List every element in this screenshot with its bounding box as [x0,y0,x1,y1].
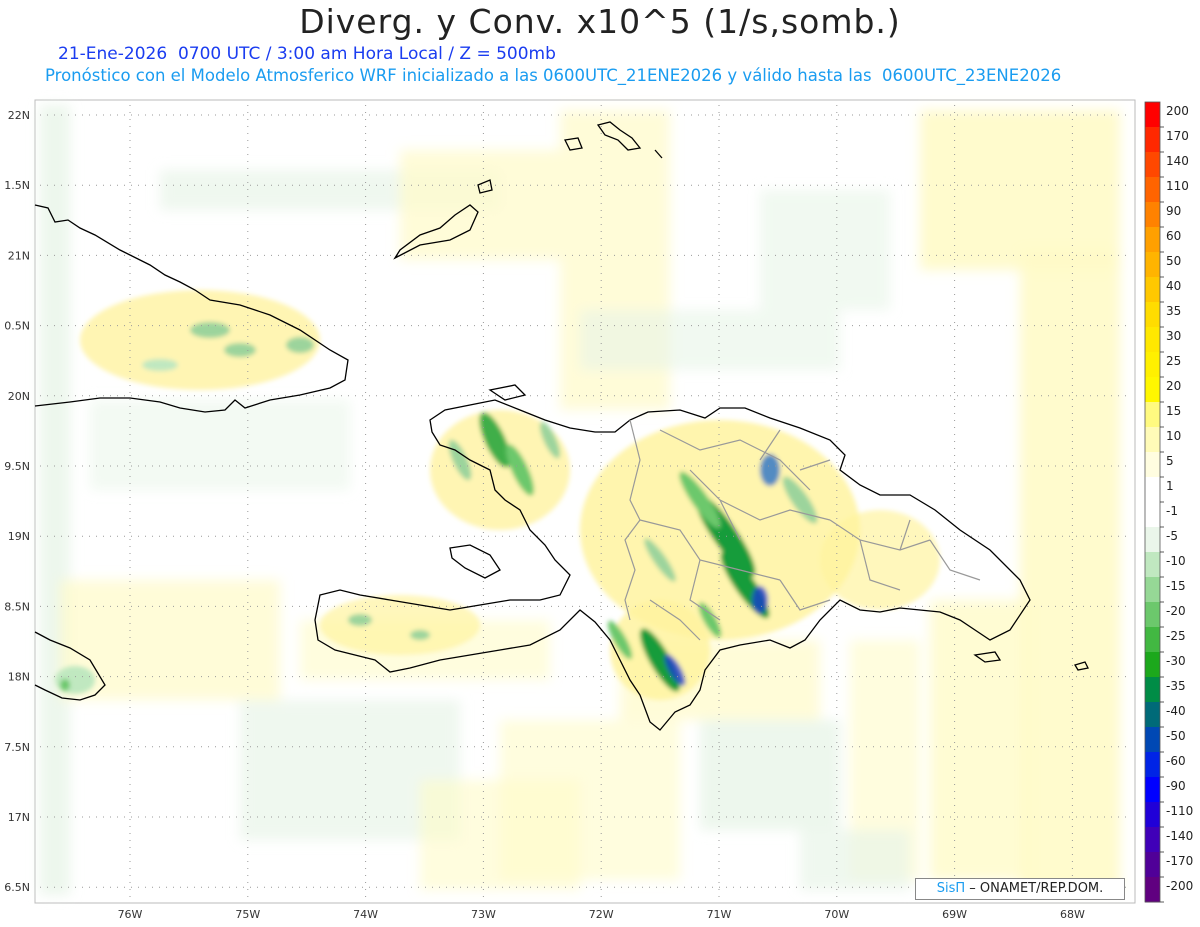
colorbar-swatch [1145,577,1160,603]
colorbar-swatch [1145,377,1160,403]
colorbar-swatch [1145,402,1160,428]
colorbar-label: 10 [1166,429,1181,443]
colorbar-swatch [1145,702,1160,728]
colorbar-swatch [1145,452,1160,478]
longitude-labels: 76W 75W 74W 73W 72W 71W 70W 69W 68W [118,908,1085,921]
lat-label: 0.5N [4,320,30,333]
colorbar-swatch [1145,302,1160,328]
colorbar-label: -1 [1166,504,1178,518]
lon-label: 75W [235,908,260,921]
colorbar-swatch [1145,327,1160,353]
colorbar-swatch [1145,477,1160,503]
lat-label: 21N [8,249,30,262]
lat-label: 22N [8,109,30,122]
colorbar-swatch [1145,202,1160,228]
colorbar-label: -60 [1166,754,1186,768]
colorbar-swatch [1145,152,1160,178]
lon-label: 72W [589,908,614,921]
lon-label: 71W [707,908,732,921]
colorbar-label: -10 [1166,554,1186,568]
colorbar: 200 170 140 110 90 60 50 40 35 30 25 20 15 10 5 1 -1 -5 -1… [1144,101,1193,903]
colorbar-label: 170 [1166,129,1189,143]
colorbar-label: 60 [1166,229,1181,243]
lon-label: 68W [1060,908,1085,921]
lon-label: 69W [942,908,967,921]
colorbar-swatch [1145,777,1160,803]
colorbar-label: 110 [1166,179,1189,193]
colorbar-label: -30 [1166,654,1186,668]
colorbar-swatch [1145,227,1160,253]
colorbar-swatch [1145,102,1160,128]
credit-box: SisΠ – ONAMET/REP.DOM. [915,878,1125,900]
colorbar-label: -15 [1166,579,1186,593]
colorbar-swatch [1145,352,1160,378]
lat-label: 17N [8,811,30,824]
colorbar-swatch [1145,427,1160,453]
lon-label: 73W [471,908,496,921]
lat-label: 6.5N [4,881,30,894]
lat-label: 8.5N [4,600,30,613]
colorbar-swatch [1145,727,1160,753]
colorbar-swatch [1145,827,1160,853]
colorbar-label: -25 [1166,629,1186,643]
lat-label: 19N [8,530,30,543]
colorbar-swatch [1145,177,1160,203]
colorbar-swatch [1145,752,1160,778]
colorbar-label: 20 [1166,379,1181,393]
colorbar-swatch [1145,852,1160,878]
colorbar-label: 200 [1166,104,1189,118]
colorbar-label: -110 [1166,804,1193,818]
colorbar-label: -200 [1166,879,1193,893]
lat-label: 9.5N [4,460,30,473]
colorbar-label: 5 [1166,454,1174,468]
colorbar-label: 40 [1166,279,1181,293]
colorbar-label: -35 [1166,679,1186,693]
colorbar-label: 1 [1166,479,1174,493]
divergence-map: 22N 1.5N 21N 0.5N 20N 9.5N 19N 8.5N 18N 7.5N 17N 6.… [4,99,1193,921]
brand-logo: SisΠ [936,881,966,896]
colorbar-swatch [1145,552,1160,578]
colorbar-swatch [1145,802,1160,828]
colorbar-label: 25 [1166,354,1181,368]
lon-label: 70W [824,908,849,921]
lat-label: 18N [8,671,30,684]
colorbar-label: -5 [1166,529,1178,543]
colorbar-label: -40 [1166,704,1186,718]
lat-label: 1.5N [4,179,30,192]
colorbar-label: -90 [1166,779,1186,793]
lat-label: 20N [8,390,30,403]
colorbar-label: 35 [1166,304,1181,318]
colorbar-swatch [1145,252,1160,278]
colorbar-swatch [1145,502,1160,528]
colorbar-label: 90 [1166,204,1181,218]
lon-label: 74W [353,908,378,921]
colorbar-label: 15 [1166,404,1181,418]
colorbar-label: 140 [1166,154,1189,168]
colorbar-label: 30 [1166,329,1181,343]
colorbar-swatch [1145,627,1160,653]
colorbar-label: -20 [1166,604,1186,618]
organization-label: – ONAMET/REP.DOM. [965,881,1104,896]
colorbar-swatch [1145,527,1160,553]
colorbar-swatch [1145,652,1160,678]
colorbar-label: -50 [1166,729,1186,743]
colorbar-label: 50 [1166,254,1181,268]
colorbar-swatch [1145,602,1160,628]
latitude-labels: 22N 1.5N 21N 0.5N 20N 9.5N 19N 8.5N 18N 7.5N 17N 6.… [4,109,30,894]
colorbar-swatch [1145,277,1160,303]
lat-label: 7.5N [4,741,30,754]
colorbar-swatch [1145,677,1160,703]
colorbar-swatch [1145,127,1160,153]
lon-label: 76W [118,908,143,921]
colorbar-label: -170 [1166,854,1193,868]
colorbar-swatch [1145,877,1160,903]
colorbar-label: -140 [1166,829,1193,843]
